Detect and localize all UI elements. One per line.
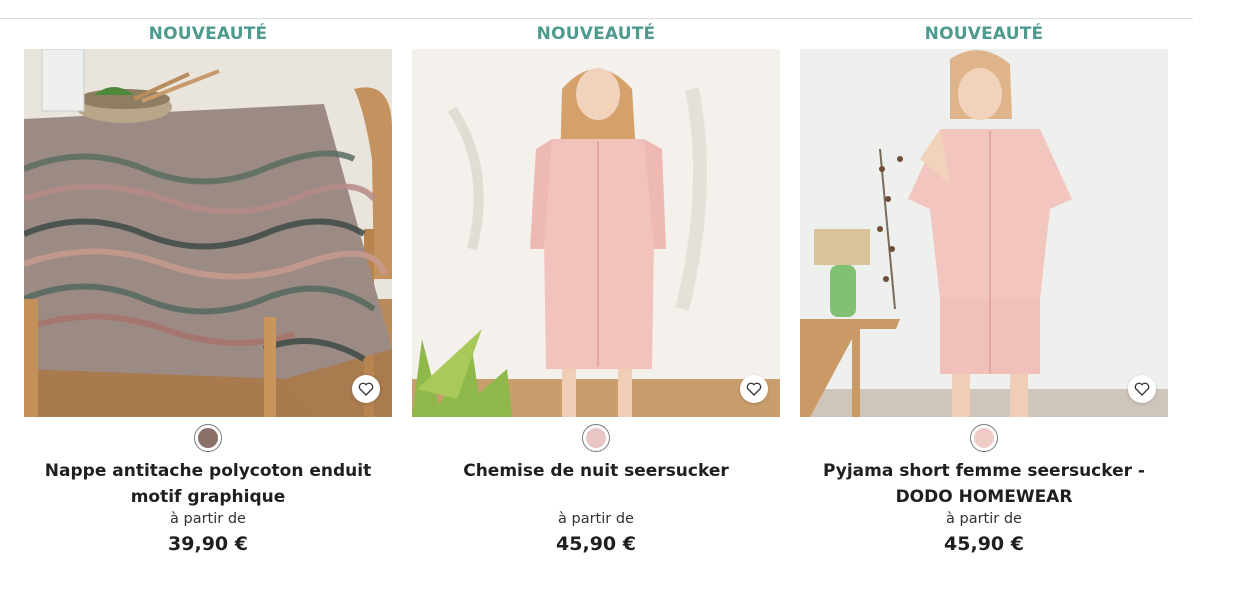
product-price: 39,90 € [168,533,248,555]
product-image-pyjama[interactable] [800,49,1168,417]
color-swatch[interactable] [194,424,222,452]
price-from-label: à partir de [558,511,634,527]
price-from-label: à partir de [170,511,246,527]
product-price: 45,90 € [556,533,636,555]
new-badge: NOUVEAUTÉ [924,24,1044,44]
product-card[interactable]: NOUVEAUTÉ [24,0,392,612]
heart-icon [1134,382,1150,396]
favorite-button[interactable] [352,375,380,403]
product-image-tablecloth[interactable] [24,49,392,417]
product-price: 45,90 € [944,533,1024,555]
favorite-button[interactable] [740,375,768,403]
product-title[interactable]: Nappe antitache polycoton enduit motif g… [24,458,392,510]
product-title[interactable]: Pyjama short femme seersucker - DODO HOM… [800,458,1168,510]
heart-icon [746,382,762,396]
product-card[interactable]: NOUVEAUTÉ [800,0,1168,612]
product-title[interactable]: Chemise de nuit seersucker [412,458,780,484]
product-image-nightshirt[interactable] [412,49,780,417]
swatch-color-brown [198,428,218,448]
favorite-button[interactable] [1128,375,1156,403]
price-from-label: à partir de [946,511,1022,527]
heart-icon [358,382,374,396]
product-card[interactable]: NOUVEAUTÉ Chemise de nuit seersucker à p… [412,0,780,612]
color-swatch[interactable] [582,424,610,452]
swatch-color-light-pink [974,428,994,448]
swatch-color-pink [586,428,606,448]
new-badge: NOUVEAUTÉ [536,24,656,44]
color-swatch[interactable] [970,424,998,452]
new-badge: NOUVEAUTÉ [148,24,268,44]
